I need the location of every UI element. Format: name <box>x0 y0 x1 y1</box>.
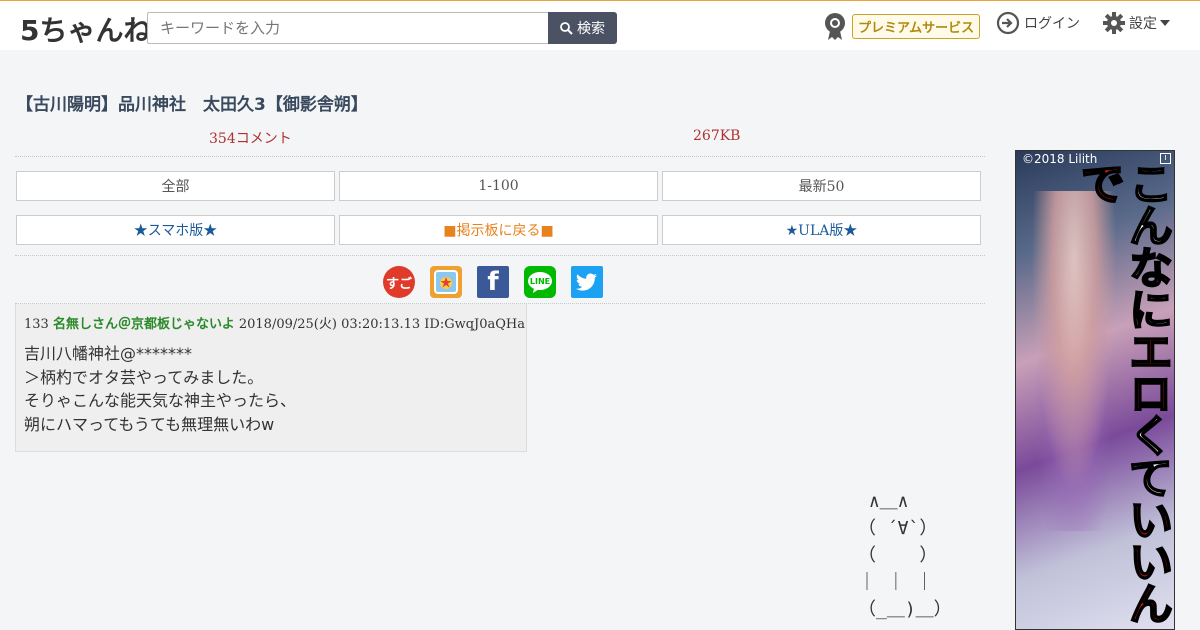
post-line: 吉川八幡神社@******* <box>24 344 193 363</box>
nav-ula-button[interactable]: ★ULA版★ <box>662 215 981 245</box>
post-author-name: 名無しさん＠京都板じゃないよ <box>52 317 235 332</box>
post-line: そりゃこんな能天気な神主やったら、 <box>24 391 297 410</box>
nav-1-100-button[interactable]: 1-100 <box>339 171 658 201</box>
twitter-icon[interactable] <box>571 266 603 298</box>
gallery-icon[interactable] <box>430 266 462 298</box>
comment-count: 354コメント <box>209 131 292 147</box>
thread-meta: 354コメント 267KB <box>15 127 985 157</box>
svg-text:LINE: LINE <box>530 277 550 286</box>
twitter-bird-icon <box>576 273 597 291</box>
nav-all-button[interactable]: 全部 <box>16 171 335 201</box>
search-input[interactable] <box>147 12 549 44</box>
caret-down-icon <box>1160 20 1170 26</box>
post-line: 朔にハマってもうても無理無いわw <box>24 414 275 434</box>
sugoi-icon[interactable]: すご <box>383 266 415 298</box>
post-number[interactable]: 133 <box>24 317 49 332</box>
header: 5ちゃんねる● 検索 プレミアムサービス ログイン <box>0 0 1200 50</box>
post-body: 吉川八幡神社@******* ＞柄杓でオタ芸やってみました。 そりゃこんな能天気… <box>24 342 296 436</box>
divider <box>15 255 985 256</box>
ad-text-line: くて <box>1120 412 1173 498</box>
login-label: ログイン <box>1024 16 1080 32</box>
post-header: 133 名無しさん＠京都板じゃないよ 2018/09/25(火) 03:20:1… <box>24 313 525 332</box>
post-line: ＞柄杓でオタ芸やってみました。 <box>24 367 264 387</box>
ad-text-line: エロ <box>1120 328 1173 414</box>
award-medal-icon <box>825 13 845 40</box>
settings-label: 設定 <box>1129 16 1157 32</box>
thread-title: 【古川陽明】品川神社 太田久3【御影舎朔】 <box>16 95 368 115</box>
post-date: 2018/09/25(火) 03:20:13.13 <box>238 317 421 332</box>
login-icon <box>996 11 1020 35</box>
gear-icon <box>1103 12 1125 34</box>
nav-back-to-board-button[interactable]: ■掲示板に戻る■ <box>339 215 658 245</box>
search-icon <box>560 21 573 35</box>
settings-menu[interactable]: 設定 <box>1102 11 1170 35</box>
nav-smartphone-button[interactable]: ★スマホ版★ <box>16 215 335 245</box>
post-id[interactable]: ID:GwqJ0aQHa <box>424 317 525 332</box>
premium-service-link[interactable]: プレミアムサービス <box>822 11 981 41</box>
nav-latest50-button[interactable]: 最新50 <box>662 171 981 201</box>
facebook-icon[interactable]: f <box>477 266 509 298</box>
ascii-art-cat: ∧＿∧ （ ´∀`） （ ） ｜ ｜ ｜ （_＿)＿） <box>858 491 952 620</box>
ad-banner[interactable]: ©2018 Lilith i こんなにエロくていいんで <box>1015 150 1175 630</box>
post: 133 名無しさん＠京都板じゃないよ 2018/09/25(火) 03:20:1… <box>15 304 527 452</box>
premium-badge: プレミアムサービス <box>852 13 981 39</box>
search-button[interactable]: 検索 <box>548 12 617 44</box>
ad-text-line: こんなに <box>1120 160 1173 330</box>
gallery-icon-graphic <box>434 270 458 294</box>
line-bubble-icon: LINE <box>528 272 552 293</box>
search-button-label: 検索 <box>577 21 605 37</box>
line-icon[interactable]: LINE <box>524 266 556 298</box>
login-link[interactable]: ログイン <box>996 11 1080 35</box>
thread-size: 267KB <box>693 128 741 144</box>
ad-headline: こんなにエロくていいんで <box>1072 160 1173 629</box>
